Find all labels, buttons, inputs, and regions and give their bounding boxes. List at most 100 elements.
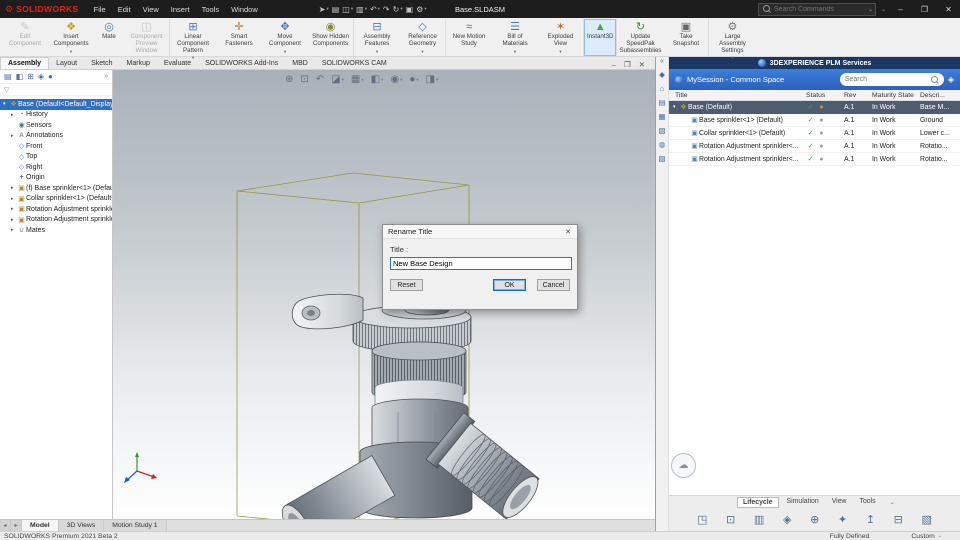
model-tab[interactable]: Model	[22, 520, 59, 531]
save-icon[interactable]: ◫ ▾	[342, 5, 353, 14]
component-update-icon[interactable]: ◳	[697, 513, 707, 526]
menu-item[interactable]: View	[137, 5, 165, 14]
document-restore-button[interactable]: ❐	[624, 60, 631, 69]
dropdown-arrow-icon[interactable]: ▾	[284, 49, 286, 56]
instant3d[interactable]: ▲ Instant3D ▾	[584, 19, 618, 56]
tree-item[interactable]: ▸ (f) Base sprinkler<1> (Default<<D	[0, 183, 112, 194]
dropdown-arrow-icon[interactable]: ▾	[421, 49, 423, 56]
plm-row[interactable]: ▾ Base (Default) A.1 In Work Base M...	[669, 101, 960, 114]
menu-item[interactable]: Edit	[112, 5, 137, 14]
ok-button[interactable]: OK	[493, 279, 526, 291]
bill-of-materials[interactable]: ☰ Bill of Materials ▾	[492, 19, 538, 56]
tree-item[interactable]: ▾ Base (Default<Default_Display State-	[0, 99, 112, 110]
menu-item[interactable]: Tools	[196, 5, 226, 14]
menu-item[interactable]: File	[88, 5, 112, 14]
pull-icon[interactable]: ⊟	[894, 513, 903, 526]
linear-component-pattern[interactable]: ⊞ Linear Component Pattern ▾	[170, 19, 216, 60]
tabs-chevron-icon[interactable]: ⌄	[890, 499, 895, 506]
dropdown-arrow-icon[interactable]: ▾	[376, 49, 378, 56]
featuremanager-tab-icon[interactable]: ▤	[4, 72, 12, 81]
displaymanager-tab-icon[interactable]: ●	[48, 72, 53, 81]
undo-icon[interactable]: ↶ ▾	[370, 5, 380, 14]
plm-row[interactable]: Rotation Adjustment sprinkler<... A.1 In…	[669, 153, 960, 166]
pane-settings-icon[interactable]: ▧	[922, 513, 932, 526]
dialog-titlebar[interactable]: Rename Title ✕	[383, 225, 577, 239]
plm-row[interactable]: Rotation Adjustment sprinkler<... A.1 In…	[669, 140, 960, 153]
session-title[interactable]: MySession - Common Space	[687, 75, 784, 84]
save-all-icon[interactable]: ▥	[754, 513, 764, 526]
document-minimize-button[interactable]: –	[612, 60, 616, 69]
print-icon[interactable]: ▥ ▾	[356, 5, 367, 14]
dropdown-arrow-icon[interactable]: ▾	[559, 49, 561, 56]
command-search[interactable]: ⌄	[757, 2, 876, 16]
redo-icon[interactable]: ↷▾	[383, 5, 390, 14]
tree-item[interactable]: ▸ Collar sprinkler<1> (Default<De	[0, 194, 112, 205]
dropdown-arrow-icon[interactable]: ▾	[378, 6, 380, 12]
dropdown-arrow-icon[interactable]: ▾	[342, 77, 344, 83]
view-palette-tab-icon[interactable]: ▧	[658, 126, 665, 135]
display-style-icon[interactable]: ◧ ▾	[371, 74, 384, 85]
tree-item[interactable]: Top	[0, 152, 112, 163]
custom-properties-tab-icon[interactable]: ▨	[658, 154, 665, 163]
expand-panel-icon[interactable]: »	[104, 73, 108, 80]
command-tab[interactable]: Layout	[49, 58, 84, 69]
hide-show-items-icon[interactable]: ◉ ▾	[390, 74, 402, 85]
restore-button[interactable]: ❐	[915, 0, 934, 18]
dropdown-arrow-icon[interactable]: ▾	[424, 6, 426, 12]
command-tab[interactable]: MBD	[285, 58, 315, 69]
column-maturity[interactable]: Maturity State	[872, 92, 920, 99]
tree-item[interactable]: ▸ Mates	[0, 225, 112, 236]
collaborate-icon[interactable]: ✦	[838, 513, 847, 526]
section-view-icon[interactable]: ◪ ▾	[331, 74, 344, 85]
column-rev[interactable]: Rev	[844, 92, 872, 99]
plm-search-input[interactable]	[844, 76, 928, 83]
dropdown-arrow-icon[interactable]: ▾	[326, 6, 328, 12]
push-icon[interactable]: ↥	[866, 513, 875, 526]
command-tab[interactable]: Assembly	[0, 57, 50, 69]
cancel-button[interactable]: Cancel	[537, 279, 570, 291]
assembly-features[interactable]: ⊟ Assembly Features ▾	[354, 19, 400, 56]
close-button[interactable]: ✕	[939, 0, 958, 18]
plm-tab[interactable]: Tools	[855, 497, 881, 508]
solidworks-resources-tab-icon[interactable]: ⌂	[660, 84, 665, 93]
tree-item[interactable]: ▸ History	[0, 110, 112, 121]
dropdown-arrow-icon[interactable]: ▾	[731, 55, 733, 62]
collapse-pane-icon[interactable]: «	[660, 58, 664, 65]
zoom-area-icon[interactable]: ⊡▾	[300, 74, 308, 85]
reference-geometry[interactable]: ◇ Reference Geometry ▾	[400, 19, 446, 56]
dropdown-arrow-icon[interactable]: ▾	[416, 77, 418, 83]
propertymanager-tab-icon[interactable]: ◧	[16, 72, 24, 81]
mate[interactable]: ◎ Mate ▾	[94, 19, 124, 56]
dropdown-arrow-icon[interactable]: ▾	[361, 77, 363, 83]
rebuild-icon[interactable]: ↻ ▾	[393, 5, 403, 14]
dropdown-arrow-icon[interactable]: ▾	[400, 77, 402, 83]
explore-icon[interactable]: ⊕	[810, 513, 819, 526]
dropdown-arrow-icon[interactable]: ▾	[70, 49, 72, 56]
tree-item[interactable]: Origin	[0, 173, 112, 184]
document-close-button[interactable]: ✕	[639, 60, 645, 69]
insert-components[interactable]: ❖ Insert Components ▾	[48, 19, 94, 56]
units-dropdown[interactable]: Custom ⌄	[911, 533, 942, 540]
zoom-fit-icon[interactable]: ⊕▾	[285, 74, 293, 85]
tree-item[interactable]: ▸ Rotation Adjustment sprinkler<2	[0, 215, 112, 226]
filter-funnel-icon[interactable]: ▽	[4, 86, 9, 94]
edit-component[interactable]: ✎ Edit Component ▾	[2, 19, 48, 56]
menu-item[interactable]: Insert	[165, 5, 196, 14]
dropdown-arrow-icon[interactable]: ▾	[514, 49, 516, 56]
bookmark-icon[interactable]: ◈	[783, 513, 791, 526]
plm-tab[interactable]: Simulation	[782, 497, 824, 508]
search-chevron-icon[interactable]: ⌄	[868, 6, 873, 13]
dropdown-arrow-icon[interactable]: ▾	[351, 6, 353, 12]
plm-tab[interactable]: View	[827, 497, 852, 508]
dimxpertmanager-tab-icon[interactable]: ◈	[38, 72, 44, 81]
command-tab[interactable]: Sketch	[84, 58, 119, 69]
plm-tab[interactable]: Lifecycle	[737, 496, 779, 508]
dropdown-arrow-icon[interactable]: ▾	[381, 77, 383, 83]
tree-item[interactable]: Right	[0, 162, 112, 173]
take-snapshot[interactable]: ▣ Take Snapshot ▾	[663, 19, 710, 56]
view-orientation-icon[interactable]: ▦ ▾	[351, 74, 364, 85]
command-tab[interactable]: SOLIDWORKS CAM	[315, 58, 394, 69]
save-to-3dexperience-icon[interactable]: ⊡	[726, 513, 735, 526]
dialog-close-icon[interactable]: ✕	[559, 225, 577, 239]
options-icon[interactable]: ⚙ ▾	[416, 5, 426, 14]
